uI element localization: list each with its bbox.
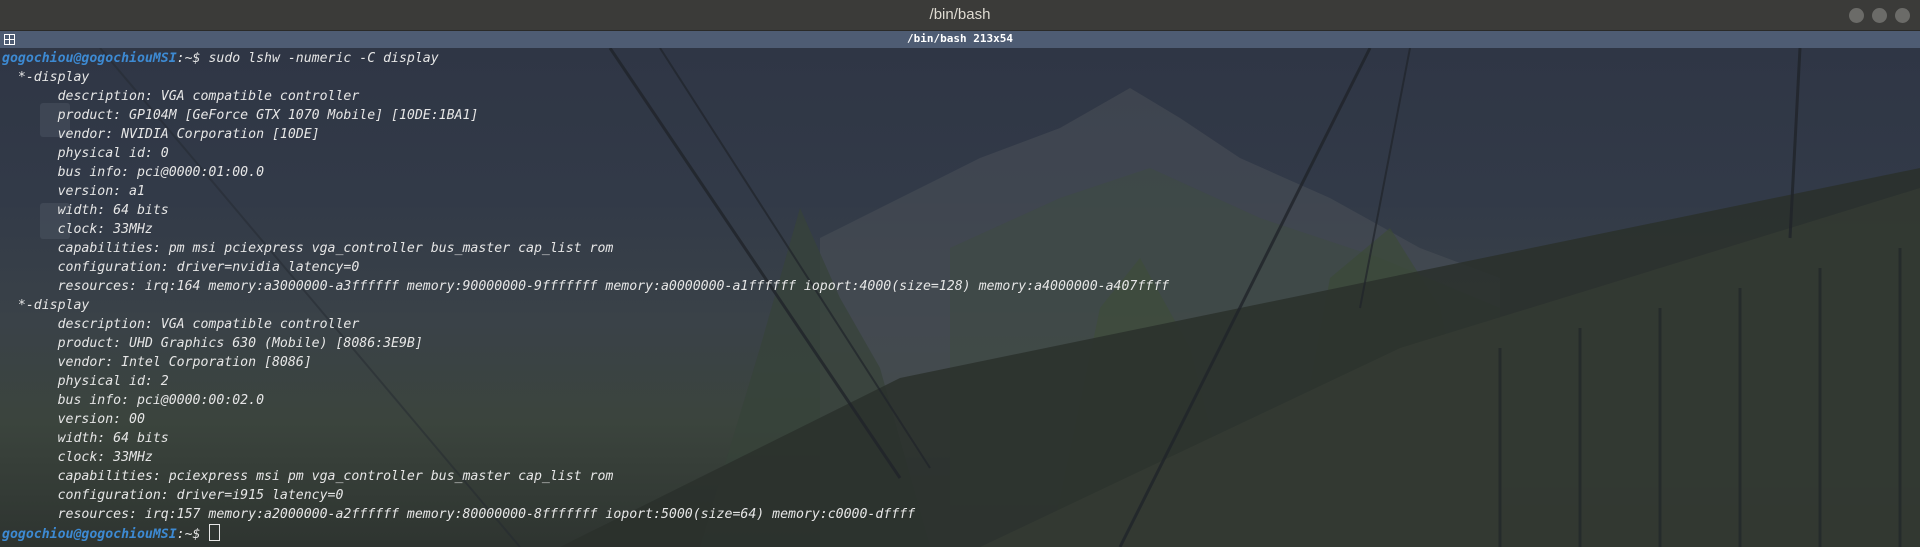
output-line: clock: 33MHz: [2, 222, 153, 237]
minimize-button[interactable]: [1849, 8, 1864, 23]
output-line: description: VGA compatible controller: [2, 317, 360, 332]
command-line: gogochiou@gogochiouMSI:~$ sudo lshw -num…: [2, 49, 1169, 68]
output-line: version: 00: [2, 412, 145, 427]
output-line: resources: irq:164 memory:a3000000-a3fff…: [2, 279, 1170, 294]
output-line: *-display: [2, 298, 90, 313]
output-line: capabilities: pciexpress msi pm vga_cont…: [2, 469, 614, 484]
output-line: bus info: pci@0000:00:02.0: [2, 393, 265, 408]
window-title: /bin/bash: [929, 6, 991, 23]
terminal-title: /bin/bash 213x54: [907, 32, 1013, 45]
output-line: physical id: 0: [2, 146, 169, 161]
output-line: configuration: driver=i915 latency=0: [2, 488, 344, 503]
output-line: physical id: 2: [2, 374, 169, 389]
prompt-line[interactable]: gogochiou@gogochiouMSI:~$: [2, 524, 1169, 543]
maximize-button[interactable]: [1872, 8, 1887, 23]
output-line: capabilities: pm msi pciexpress vga_cont…: [2, 241, 614, 256]
output-line: vendor: Intel Corporation [8086]: [2, 355, 312, 370]
prompt-user-host: gogochiou@gogochiouMSI: [2, 527, 177, 542]
output-line: vendor: NVIDIA Corporation [10DE]: [2, 127, 320, 142]
output-line: clock: 33MHz: [2, 450, 153, 465]
output-line: description: VGA compatible controller: [2, 89, 360, 104]
output-line: version: a1: [2, 184, 145, 199]
output-line: bus info: pci@0000:01:00.0: [2, 165, 265, 180]
output-line: configuration: driver=nvidia latency=0: [2, 260, 360, 275]
terminal-area[interactable]: gogochiou@gogochiouMSI:~$ sudo lshw -num…: [0, 48, 1920, 547]
output-line: width: 64 bits: [2, 203, 169, 218]
output-line: resources: irq:157 memory:a2000000-a2fff…: [2, 507, 916, 522]
terminal-output: gogochiou@gogochiouMSI:~$ sudo lshw -num…: [2, 49, 1169, 543]
command-text: sudo lshw -numeric -C display: [208, 51, 439, 66]
output-line: *-display: [2, 70, 90, 85]
output-line: product: UHD Graphics 630 (Mobile) [8086…: [2, 336, 423, 351]
terminal-window: /bin/bash /bin/bash 213x54 gogochiou@gog…: [0, 0, 1920, 547]
prompt-path: :~$: [176, 51, 209, 66]
prompt-path: :~$: [176, 527, 209, 542]
close-button[interactable]: [1895, 8, 1910, 23]
text-cursor[interactable]: [209, 524, 221, 541]
output-line: width: 64 bits: [2, 431, 169, 446]
window-titlebar[interactable]: /bin/bash: [0, 0, 1920, 31]
output-line: product: GP104M [GeForce GTX 1070 Mobile…: [2, 108, 479, 123]
terminal-header-bar[interactable]: /bin/bash 213x54: [0, 31, 1920, 48]
prompt-user-host: gogochiou@gogochiouMSI: [2, 51, 177, 66]
